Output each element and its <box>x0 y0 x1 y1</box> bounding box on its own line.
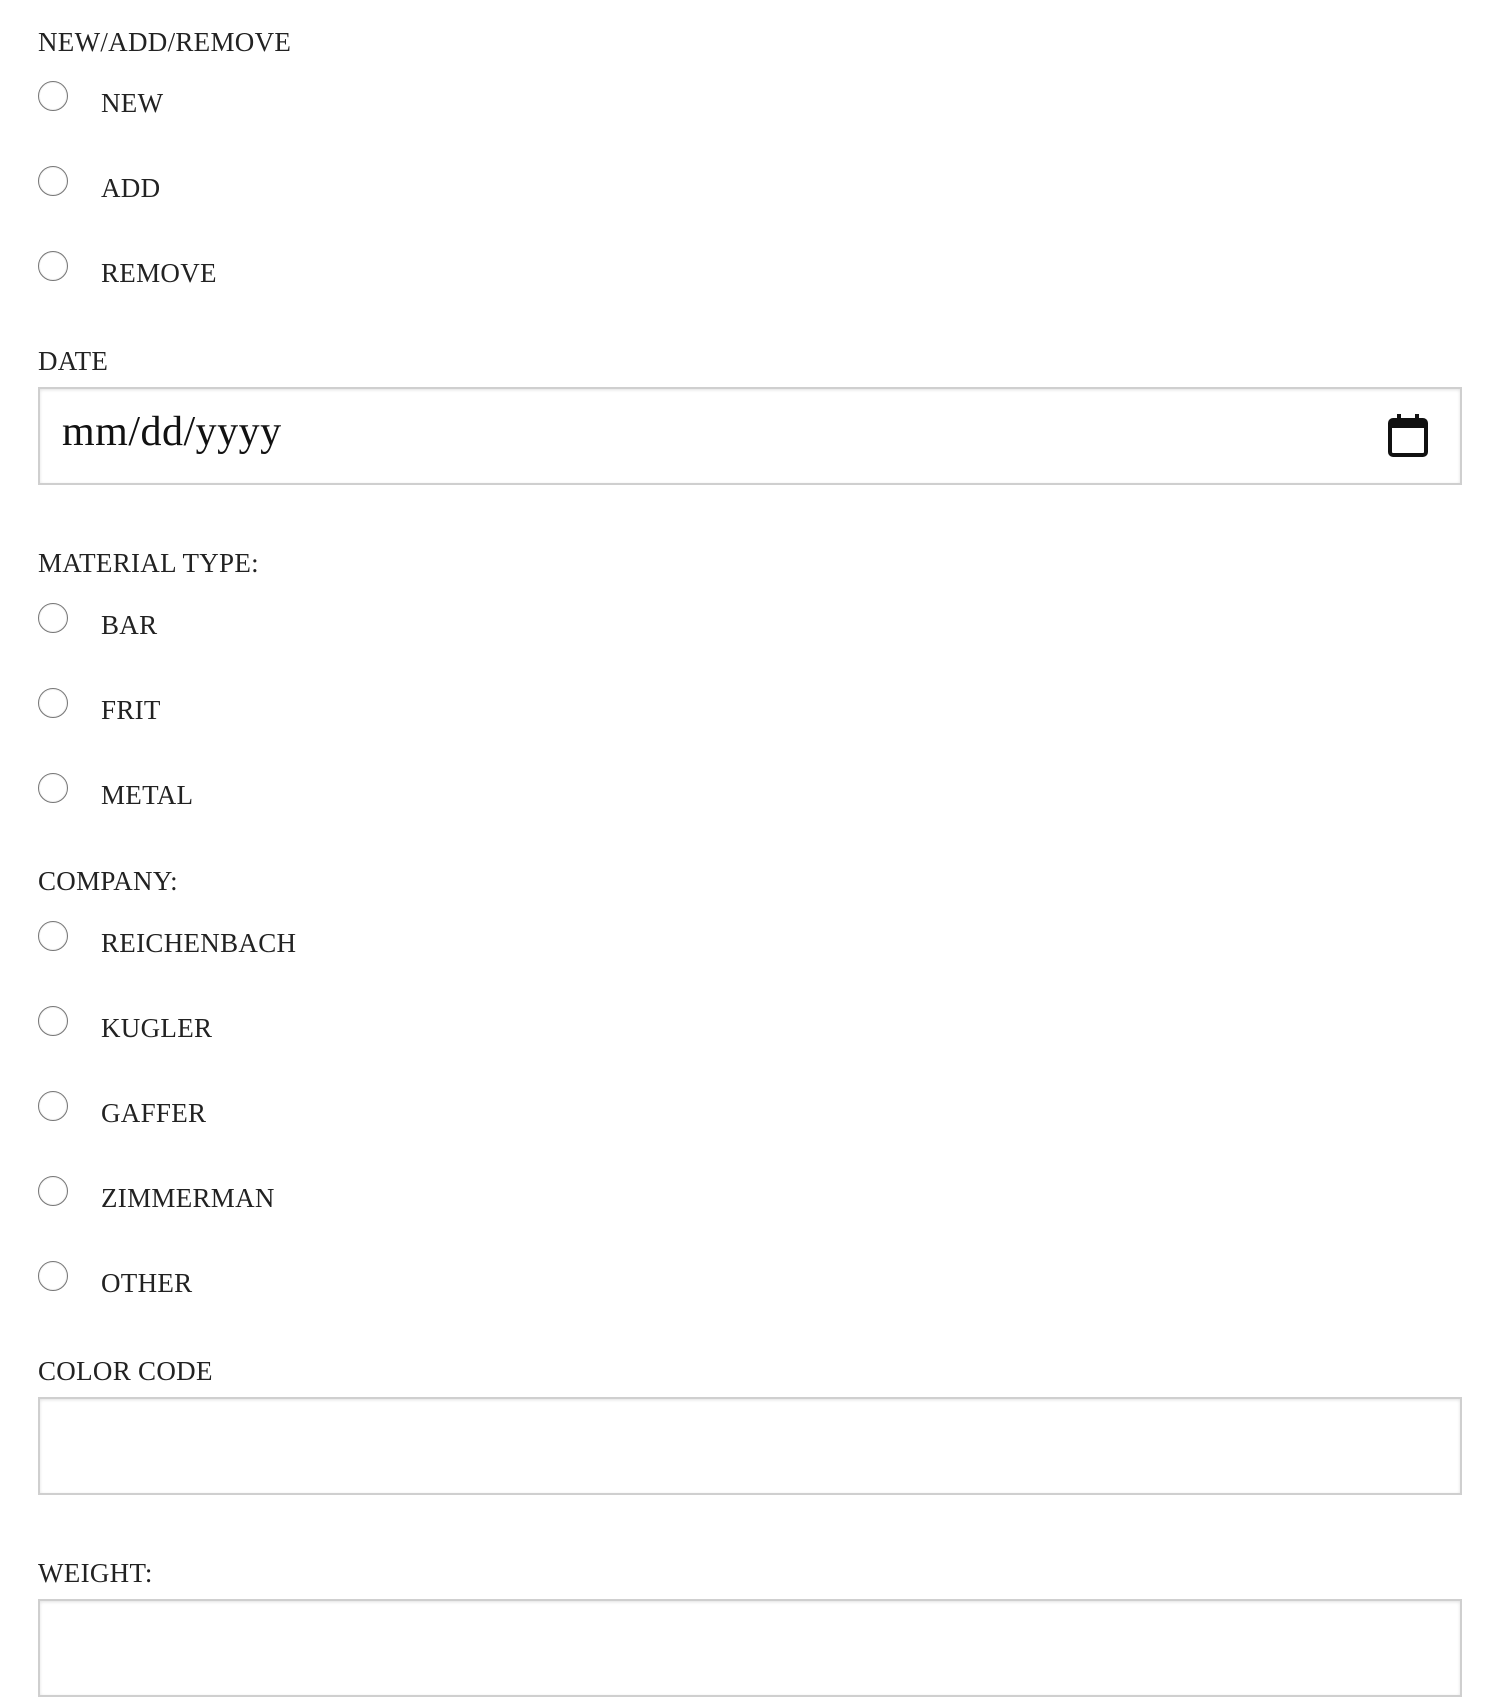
color-code-label: COLOR CODE <box>38 1356 213 1386</box>
radio-label-metal: METAL <box>101 780 194 810</box>
radio-option-frit[interactable]: FRIT <box>38 688 738 728</box>
material-type-label: MATERIAL TYPE: <box>38 548 259 578</box>
radio-label-new: NEW <box>101 88 164 118</box>
radio-label-add: ADD <box>101 173 161 203</box>
date-label: DATE <box>38 346 109 376</box>
radio-option-reichenbach[interactable]: REICHENBACH <box>38 921 738 961</box>
color-code-input[interactable] <box>38 1397 1462 1495</box>
radio-frit[interactable] <box>38 688 68 718</box>
radio-other[interactable] <box>38 1261 68 1291</box>
radio-remove[interactable] <box>38 251 68 281</box>
radio-option-add[interactable]: ADD <box>38 166 738 206</box>
calendar-icon[interactable] <box>1388 413 1428 457</box>
date-input[interactable]: mm/dd/yyyy <box>38 387 1462 485</box>
radio-reichenbach[interactable] <box>38 921 68 951</box>
radio-label-frit: FRIT <box>101 695 161 725</box>
radio-label-zimmerman: ZIMMERMAN <box>101 1183 275 1213</box>
radio-option-kugler[interactable]: KUGLER <box>38 1006 738 1046</box>
radio-option-remove[interactable]: REMOVE <box>38 251 738 291</box>
date-placeholder: mm/dd/yyyy <box>62 409 282 455</box>
radio-option-zimmerman[interactable]: ZIMMERMAN <box>38 1176 738 1216</box>
radio-label-gaffer: GAFFER <box>101 1098 207 1128</box>
radio-label-bar: BAR <box>101 610 158 640</box>
weight-label: WEIGHT: <box>38 1558 153 1588</box>
weight-input[interactable] <box>38 1599 1462 1697</box>
radio-label-reichenbach: REICHENBACH <box>101 928 297 958</box>
radio-label-other: OTHER <box>101 1268 193 1298</box>
radio-gaffer[interactable] <box>38 1091 68 1121</box>
radio-label-kugler: KUGLER <box>101 1013 213 1043</box>
radio-bar[interactable] <box>38 603 68 633</box>
radio-option-metal[interactable]: METAL <box>38 773 738 813</box>
radio-kugler[interactable] <box>38 1006 68 1036</box>
company-label: COMPANY: <box>38 866 178 896</box>
radio-metal[interactable] <box>38 773 68 803</box>
radio-new[interactable] <box>38 81 68 111</box>
action-group-label: NEW/ADD/REMOVE <box>38 27 292 57</box>
radio-option-bar[interactable]: BAR <box>38 603 738 643</box>
radio-label-remove: REMOVE <box>101 258 217 288</box>
radio-option-new[interactable]: NEW <box>38 81 738 121</box>
radio-option-gaffer[interactable]: GAFFER <box>38 1091 738 1131</box>
radio-add[interactable] <box>38 166 68 196</box>
radio-option-other[interactable]: OTHER <box>38 1261 738 1301</box>
radio-zimmerman[interactable] <box>38 1176 68 1206</box>
